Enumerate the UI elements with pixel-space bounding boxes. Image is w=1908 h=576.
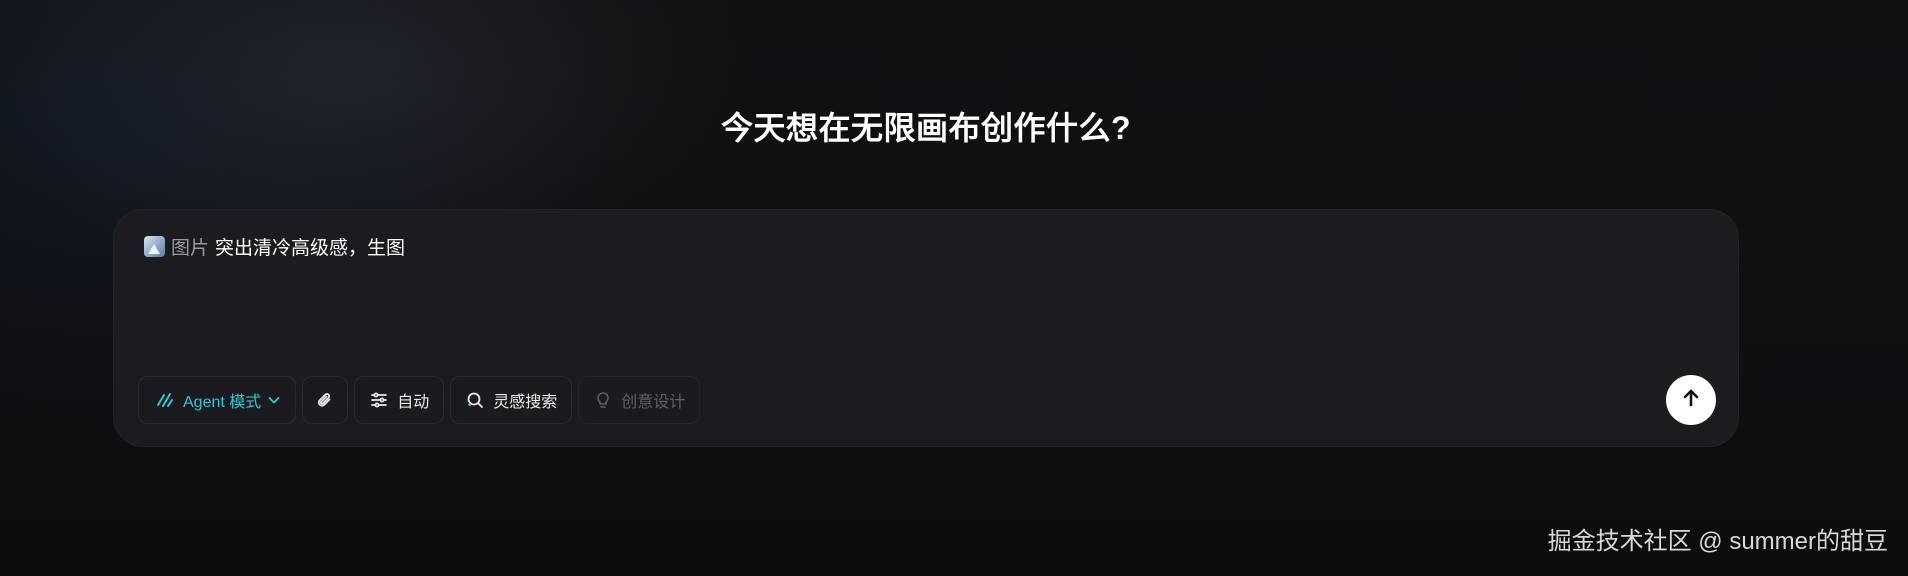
agent-icon xyxy=(155,390,175,410)
arrow-up-icon xyxy=(1679,386,1703,415)
inspiration-search-button[interactable]: 灵感搜索 xyxy=(450,376,573,424)
send-button[interactable] xyxy=(1666,375,1716,425)
chevron-down-icon xyxy=(267,393,281,407)
prompt-text: 突出清冷高级感，生图 xyxy=(215,237,406,259)
agent-mode-dropdown[interactable]: Agent 模式 xyxy=(138,376,297,424)
page-headline: 今天想在无限画布创作什么? xyxy=(720,110,1132,146)
creative-design-button[interactable]: 创意设计 xyxy=(578,376,701,424)
sliders-icon xyxy=(369,390,389,410)
search-sparkle-icon xyxy=(465,390,485,410)
agent-mode-label: Agent 模式 xyxy=(183,394,262,411)
composer-toolbar: Agent 模式 自动 灵感搜索 创意设计 xyxy=(138,376,706,424)
prompt-composer[interactable]: 图片 突出清冷高级感，生图 Agent 模式 自动 灵感搜索 创意设计 xyxy=(113,209,1739,447)
lightbulb-icon xyxy=(593,390,613,410)
auto-settings-button[interactable]: 自动 xyxy=(354,376,445,424)
auto-label: 自动 xyxy=(397,394,430,411)
paperclip-icon xyxy=(315,390,335,410)
attach-button[interactable] xyxy=(302,376,349,424)
inspiration-search-label: 灵感搜索 xyxy=(493,394,558,411)
watermark: 掘金技术社区 @ summer的甜豆 xyxy=(1547,528,1888,555)
creative-design-label: 创意设计 xyxy=(621,394,686,411)
image-thumbnail-icon[interactable] xyxy=(144,235,165,257)
prompt-input[interactable]: 图片 突出清冷高级感，生图 xyxy=(144,233,405,259)
attachment-tag: 图片 xyxy=(171,237,210,259)
